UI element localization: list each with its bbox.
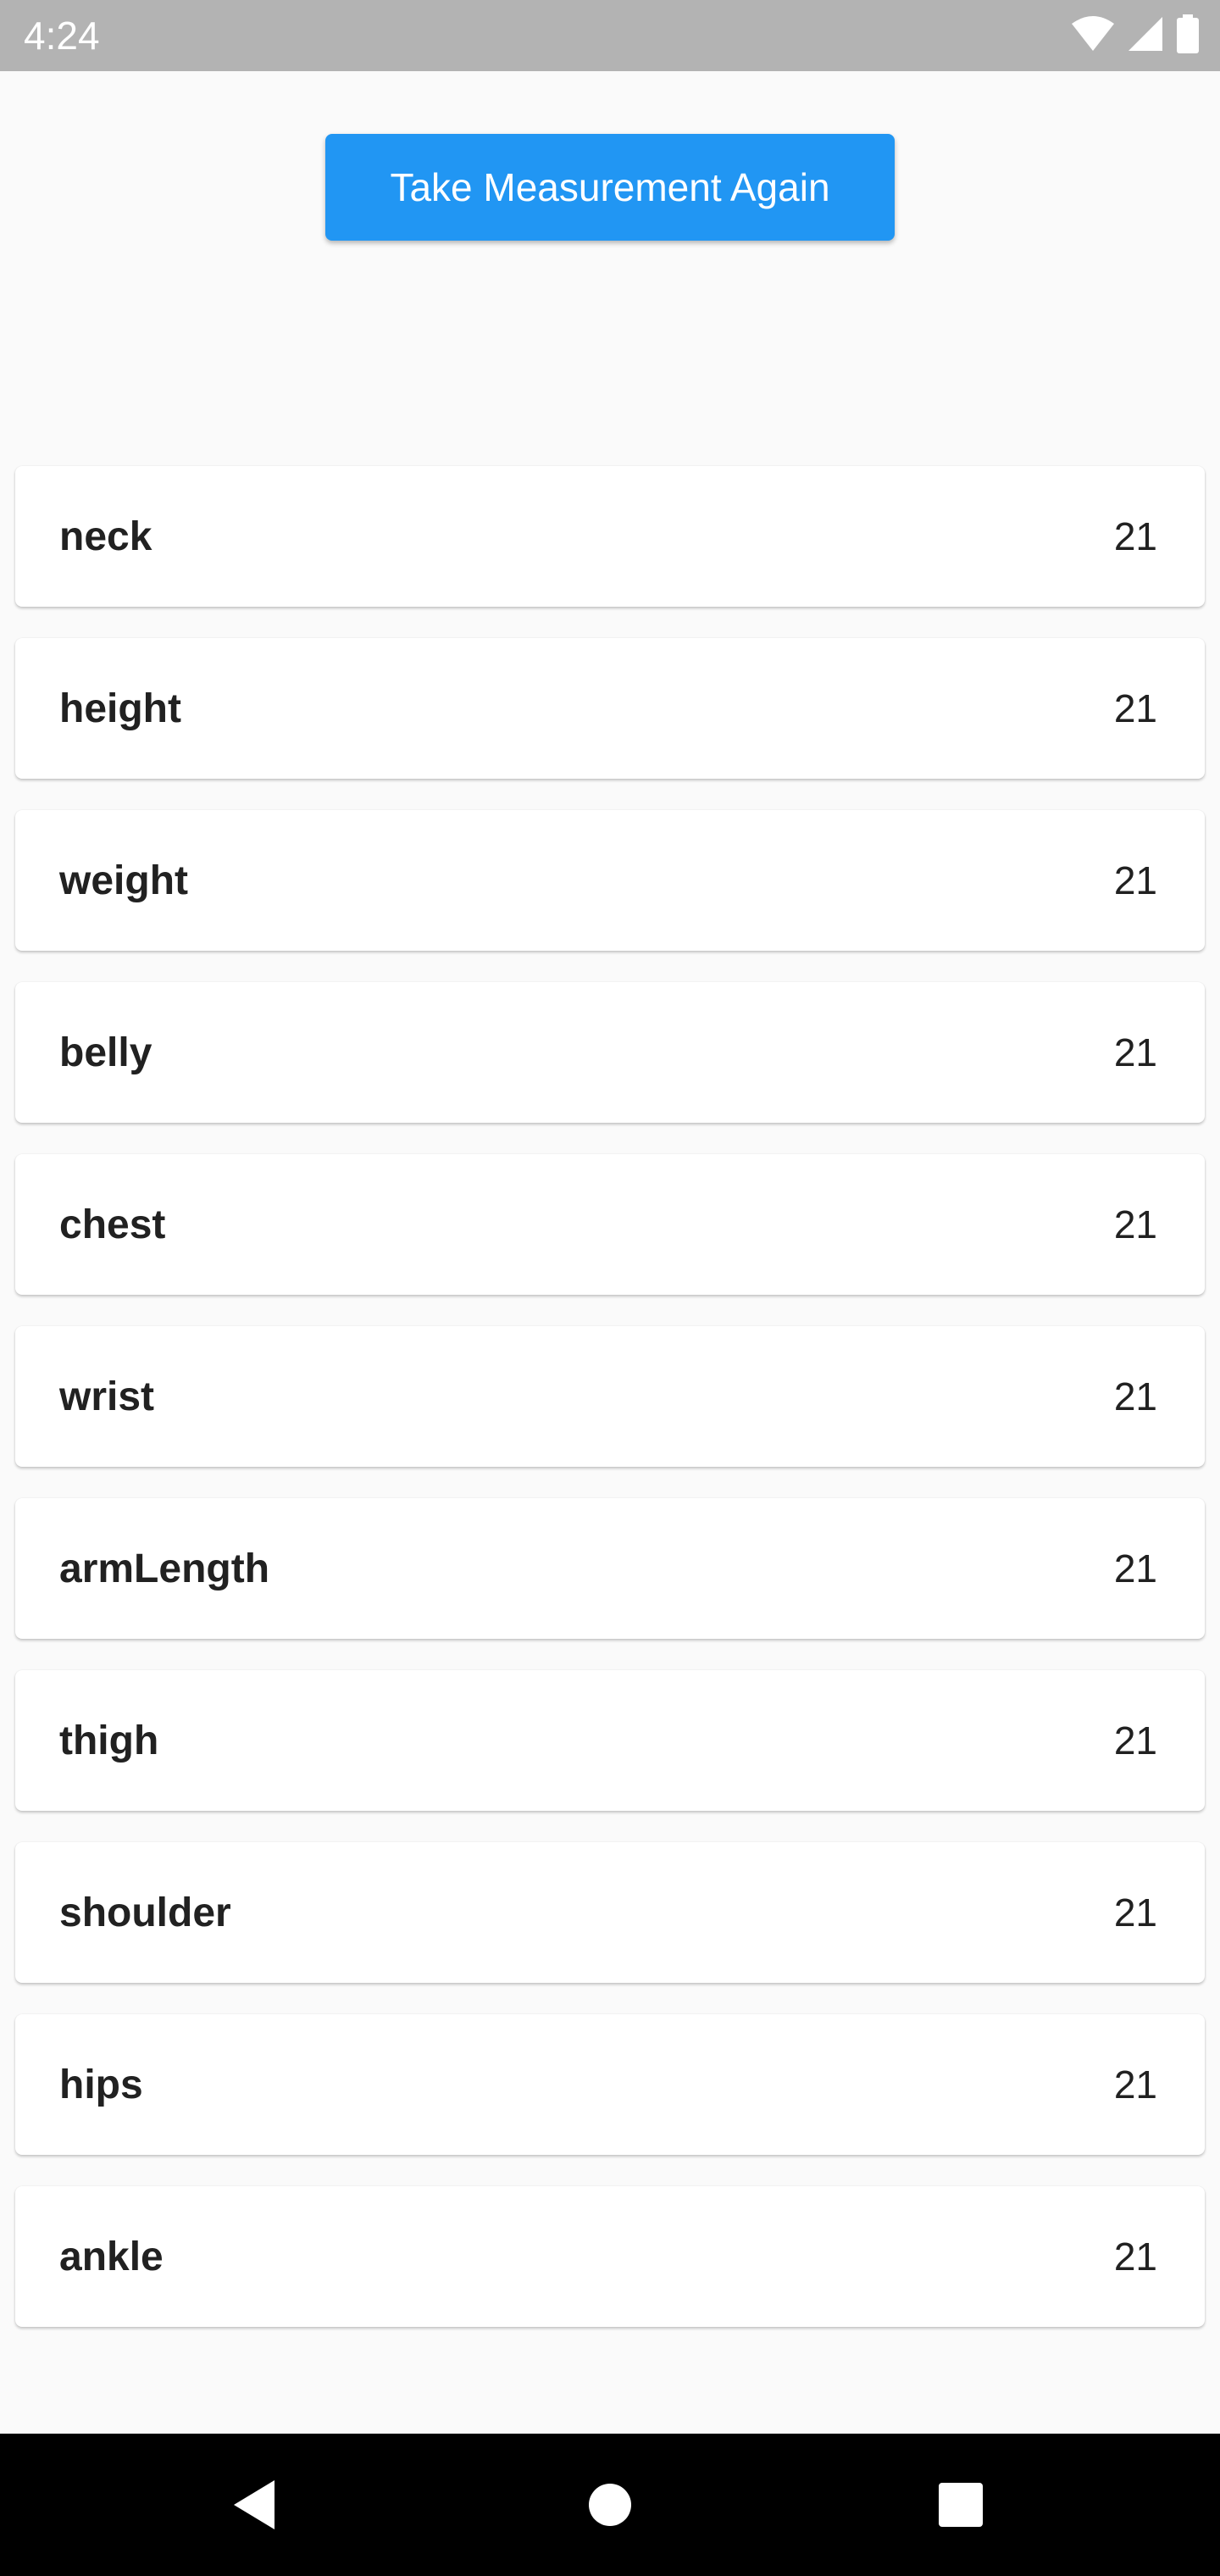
cell-signal-icon — [1127, 15, 1164, 57]
measurement-item: chest 21 — [15, 1154, 1205, 1295]
measurement-item: wrist 21 — [15, 1326, 1205, 1467]
measurement-value: 21 — [1113, 514, 1157, 558]
measurement-label: height — [59, 686, 181, 731]
measurement-label: belly — [59, 1030, 152, 1075]
measurement-label: wrist — [59, 1374, 155, 1419]
measurement-label: armLength — [59, 1546, 270, 1591]
measurement-item: neck 21 — [15, 466, 1205, 607]
measurement-label: weight — [59, 858, 188, 903]
measurement-value: 21 — [1113, 1890, 1157, 1935]
measurement-label: thigh — [59, 1718, 159, 1763]
measurement-item: armLength 21 — [15, 1498, 1205, 1639]
measurement-value: 21 — [1113, 1718, 1157, 1763]
button-container: Take Measurement Again — [0, 134, 1220, 241]
measurement-label: hips — [59, 2062, 143, 2107]
measurement-list: neck 21 height 21 weight 21 belly 21 chest 21 wris… — [15, 466, 1205, 2358]
measurement-value: 21 — [1113, 2235, 1157, 2279]
recents-icon — [939, 2483, 983, 2527]
measurement-value: 21 — [1113, 2062, 1157, 2107]
status-time: 4:24 — [24, 14, 100, 58]
battery-icon — [1176, 14, 1200, 58]
measurement-item: belly 21 — [15, 982, 1205, 1123]
measurement-value: 21 — [1113, 1030, 1157, 1074]
measurement-value: 21 — [1113, 1202, 1157, 1246]
measurement-item: hips 21 — [15, 2014, 1205, 2155]
back-icon — [234, 2480, 274, 2529]
recents-button[interactable] — [876, 2434, 1045, 2576]
measurement-label: shoulder — [59, 1890, 231, 1935]
measurement-value: 21 — [1113, 1546, 1157, 1591]
app-content: Take Measurement Again neck 21 height 21 wei… — [0, 71, 1220, 2434]
measurement-item: weight 21 — [15, 810, 1205, 951]
measurement-value: 21 — [1113, 1374, 1157, 1418]
measurement-item: ankle 21 — [15, 2186, 1205, 2327]
measurement-item: thigh 21 — [15, 1670, 1205, 1811]
take-measurement-again-button[interactable]: Take Measurement Again — [325, 134, 895, 241]
navigation-bar — [0, 2434, 1220, 2576]
status-bar: 4:24 — [0, 0, 1220, 71]
wifi-icon — [1071, 15, 1115, 57]
status-icons — [1071, 14, 1200, 58]
measurement-label: ankle — [59, 2234, 164, 2279]
measurement-value: 21 — [1113, 686, 1157, 730]
measurement-label: chest — [59, 1202, 166, 1247]
home-icon — [589, 2484, 631, 2526]
home-button[interactable] — [525, 2434, 695, 2576]
measurement-label: neck — [59, 514, 152, 559]
measurement-value: 21 — [1113, 858, 1157, 902]
back-button[interactable] — [169, 2434, 339, 2576]
measurement-item: height 21 — [15, 638, 1205, 779]
measurement-item: shoulder 21 — [15, 1842, 1205, 1983]
